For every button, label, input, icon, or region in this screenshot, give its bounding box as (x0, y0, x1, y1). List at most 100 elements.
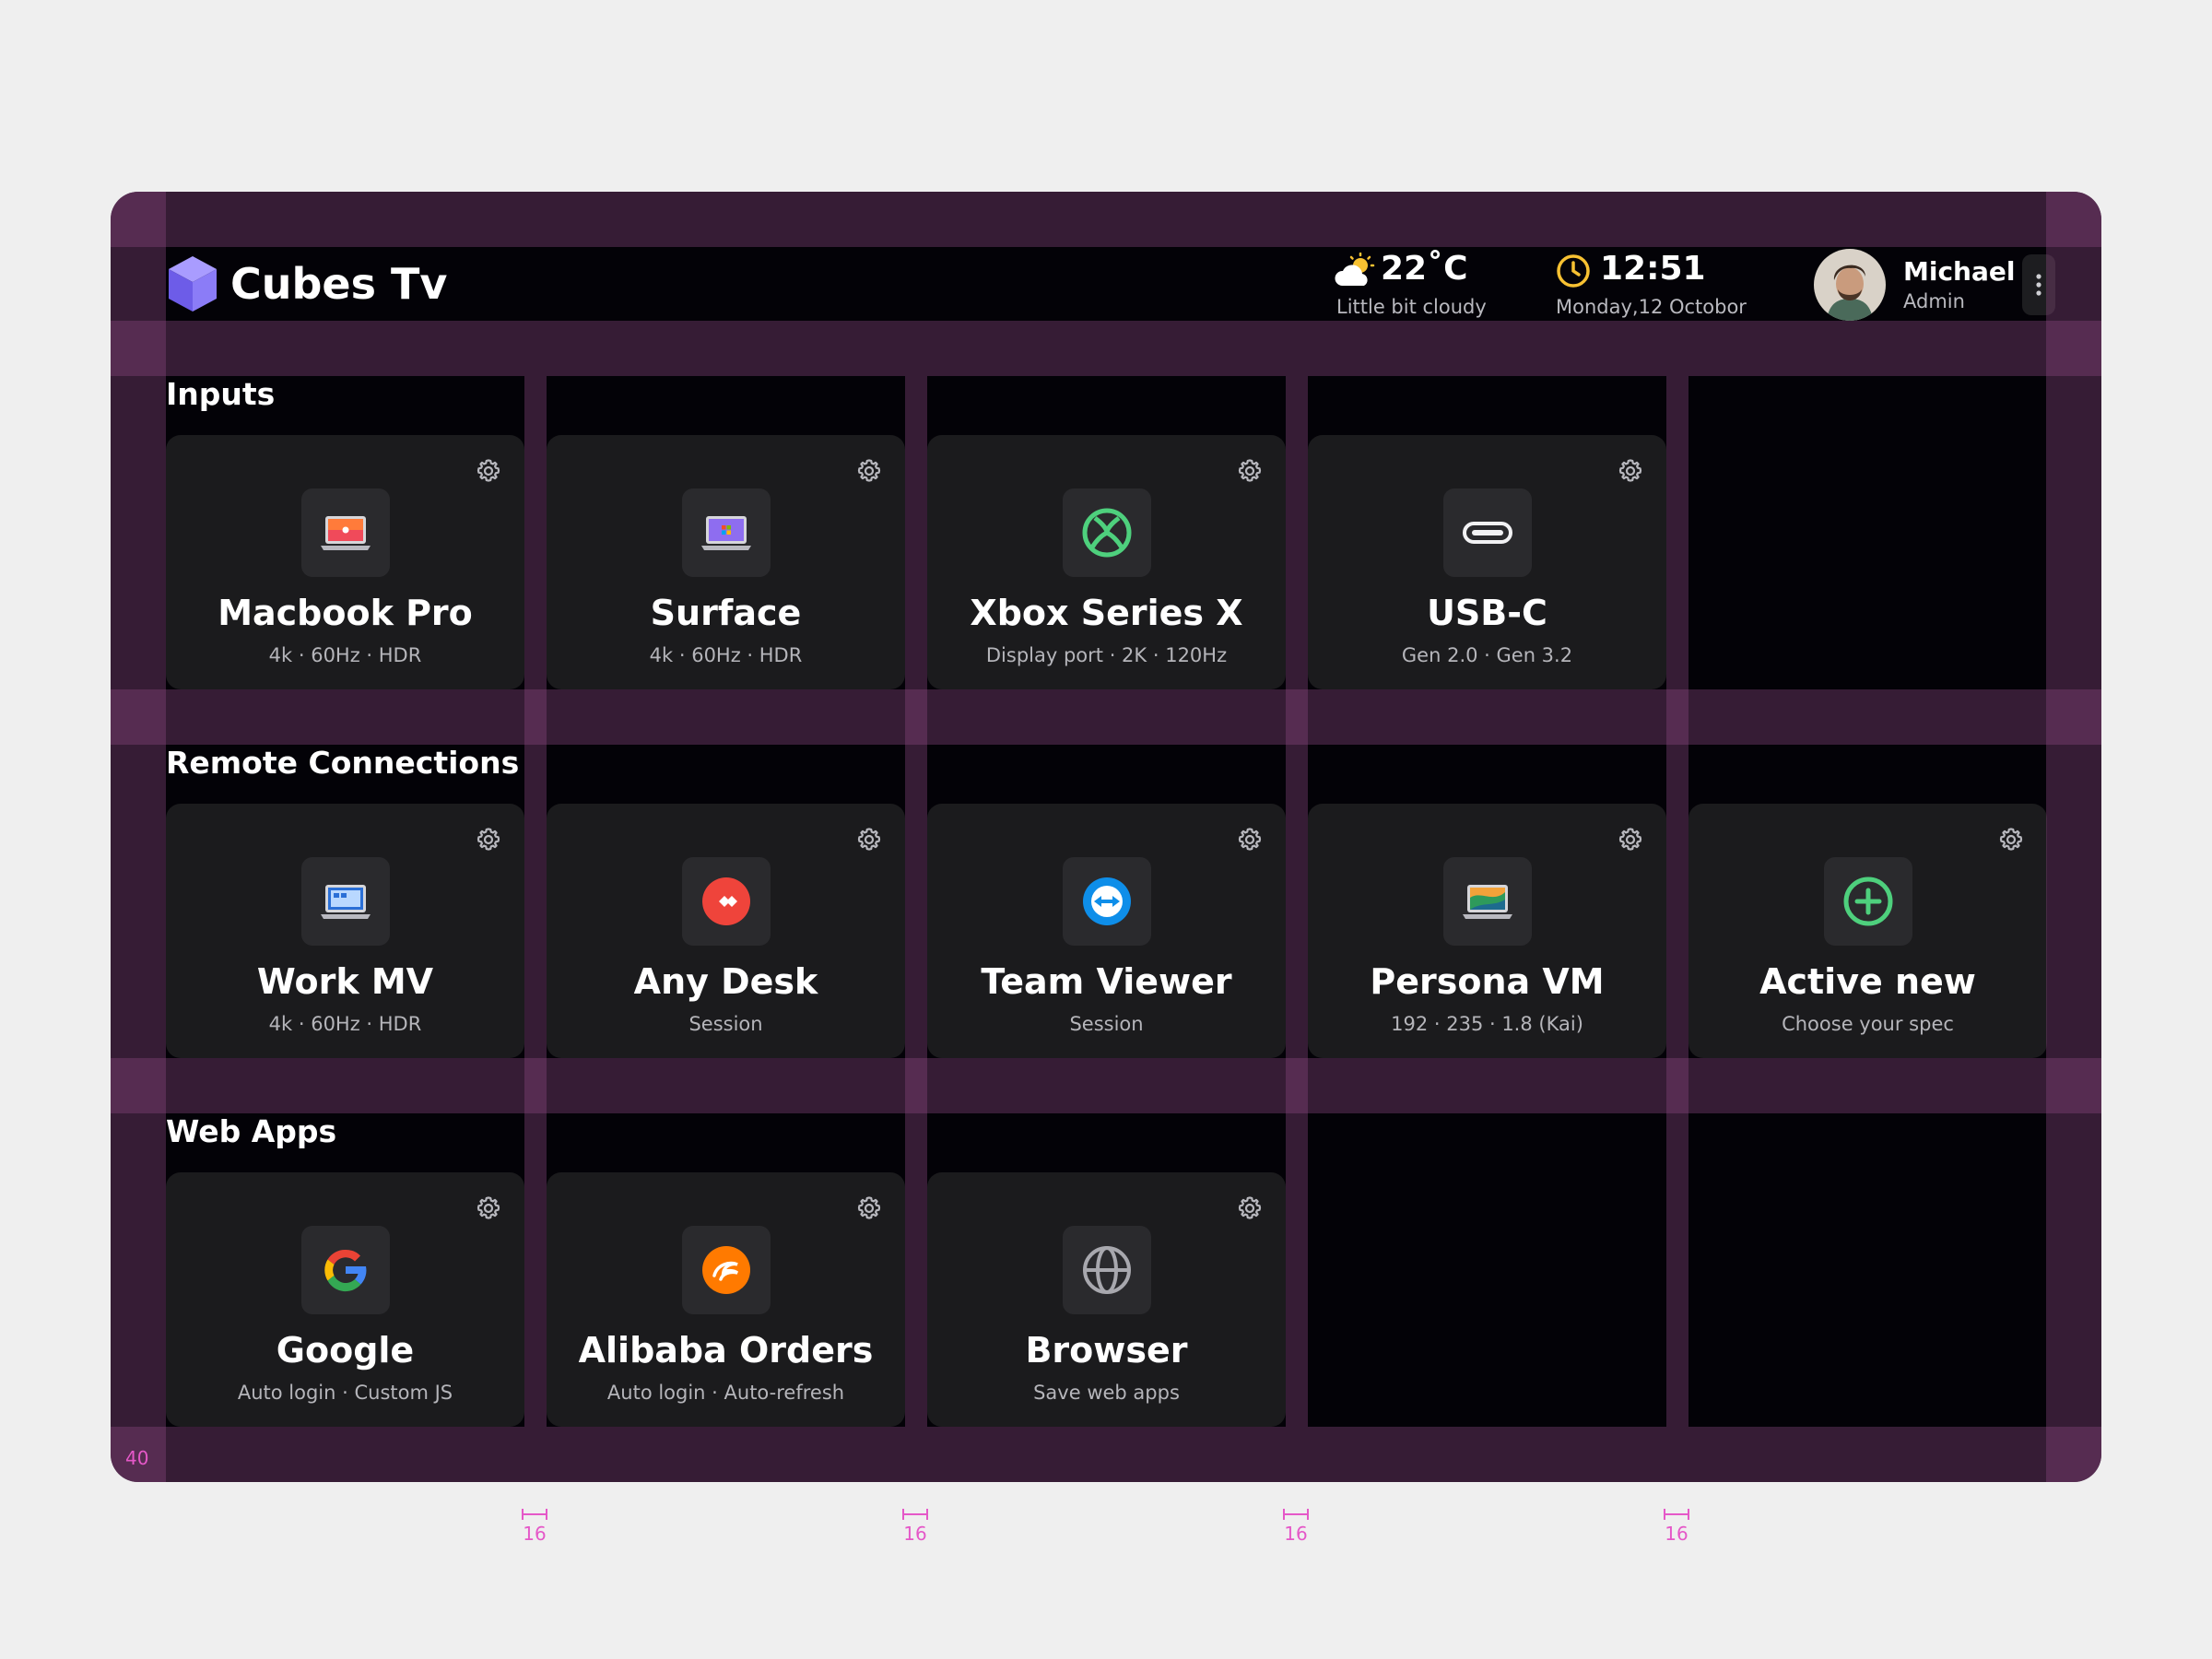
gutter-size-value: 16 (1665, 1523, 1688, 1545)
section-title-remote-connections: Remote Connections (166, 745, 520, 781)
card-title: Team Viewer (981, 961, 1232, 1002)
more-vertical-icon (2036, 274, 2041, 296)
settings-gear-icon[interactable] (855, 826, 883, 853)
card-title: Active new (1759, 961, 1976, 1002)
icon-tile (682, 857, 771, 946)
remote-card-active-new[interactable]: Active new Choose your spec (1688, 804, 2047, 1058)
gutter-size-label: 16 (897, 1508, 934, 1545)
card-subtitle: Display port · 2K · 120Hz (985, 644, 1228, 666)
settings-gear-icon[interactable] (475, 1194, 502, 1222)
card-title: Xbox Series X (970, 593, 1243, 633)
card-subtitle: 4k · 60Hz · HDR (649, 644, 803, 666)
card-subtitle: Gen 2.0 · Gen 3.2 (1401, 644, 1573, 666)
avatar[interactable] (1814, 249, 1886, 321)
anydesk-icon (702, 877, 750, 925)
gutter-guide (1286, 376, 1308, 1427)
margin-guide-top (111, 192, 2101, 247)
temperature: 22˚C (1381, 250, 1468, 288)
icon-tile (682, 1226, 771, 1314)
icon-tile (1824, 857, 1912, 946)
gutter-size-label: 16 (1658, 1508, 1695, 1545)
card-subtitle: Session (1069, 1013, 1144, 1035)
gutter-guide (524, 376, 547, 1427)
gutter-guide (1666, 376, 1688, 1427)
settings-gear-icon[interactable] (855, 1194, 883, 1222)
card-subtitle: 4k · 60Hz · HDR (268, 644, 422, 666)
usb-c-icon (1463, 522, 1512, 544)
alibaba-icon (702, 1246, 750, 1294)
icon-tile (1063, 857, 1151, 946)
settings-gear-icon[interactable] (1617, 826, 1644, 853)
card-subtitle: 192 · 235 · 1.8 (Kai) (1391, 1013, 1583, 1035)
icon-tile (1063, 1226, 1151, 1314)
section-title-web-apps: Web Apps (166, 1113, 337, 1149)
globe-icon (1083, 1246, 1131, 1294)
card-title: Work MV (256, 961, 434, 1002)
card-subtitle: Choose your spec (1782, 1013, 1954, 1035)
user-role: Admin (1903, 290, 1965, 312)
icon-tile (301, 488, 390, 577)
surface-laptop-icon (701, 516, 751, 550)
spacing-guide (111, 321, 2101, 376)
measure-icon (1283, 1509, 1309, 1520)
add-circle-icon (1843, 877, 1893, 926)
icon-tile (301, 1226, 390, 1314)
clock-icon (1557, 254, 1590, 288)
macbook-icon (321, 516, 371, 550)
measure-icon (902, 1509, 928, 1520)
gutter-size-value: 16 (1284, 1523, 1308, 1545)
teamviewer-icon (1083, 877, 1131, 925)
settings-gear-icon[interactable] (855, 457, 883, 485)
input-card-xbox-series-x[interactable]: Xbox Series X Display port · 2K · 120Hz (927, 435, 1286, 689)
card-subtitle: Auto login · Auto-refresh (606, 1382, 845, 1404)
user-name: Michael (1903, 256, 2016, 287)
measure-icon (1664, 1509, 1689, 1520)
gutter-size-value: 16 (523, 1523, 547, 1545)
settings-gear-icon[interactable] (475, 457, 502, 485)
spacing-guide (111, 1058, 2101, 1113)
icon-tile (1443, 857, 1532, 946)
settings-gear-icon[interactable] (1236, 1194, 1264, 1222)
tv-dashboard: Cubes Tv 22˚C Little bit cloudy 12:51 Mo… (111, 192, 2101, 1482)
gutter-size-label: 16 (1277, 1508, 1314, 1545)
icon-tile (1443, 488, 1532, 577)
remote-card-persona-vm[interactable]: Persona VM 192 · 235 · 1.8 (Kai) (1308, 804, 1666, 1058)
section-title-inputs: Inputs (166, 376, 276, 412)
remote-card-work-mv[interactable]: Work MV 4k · 60Hz · HDR (166, 804, 524, 1058)
webapp-card-browser[interactable]: Browser Save web apps (927, 1172, 1286, 1427)
remote-card-any-desk[interactable]: Any Desk Session (547, 804, 905, 1058)
card-subtitle: Session (688, 1013, 763, 1035)
settings-gear-icon[interactable] (475, 826, 502, 853)
current-date: Monday,12 Octobor (1556, 296, 1747, 318)
windows-laptop-icon (321, 885, 371, 919)
margin-guide-left (111, 192, 166, 1482)
settings-gear-icon[interactable] (1236, 826, 1264, 853)
input-card-usb-c[interactable]: USB-C Gen 2.0 · Gen 3.2 (1308, 435, 1666, 689)
gutter-size-label: 16 (516, 1508, 553, 1545)
more-options-button[interactable] (2022, 254, 2055, 315)
card-title: Any Desk (633, 961, 818, 1002)
spacing-guide (111, 689, 2101, 745)
webapp-card-google[interactable]: Google Auto login · Custom JS (166, 1172, 524, 1427)
settings-gear-icon[interactable] (1997, 826, 2025, 853)
card-subtitle: Save web apps (1033, 1382, 1180, 1404)
mac-laptop-icon (1463, 885, 1512, 919)
settings-gear-icon[interactable] (1617, 457, 1644, 485)
gutter-size-value: 16 (903, 1523, 927, 1545)
weather-description: Little bit cloudy (1336, 296, 1487, 318)
remote-card-team-viewer[interactable]: Team Viewer Session (927, 804, 1286, 1058)
icon-tile (301, 857, 390, 946)
margin-guide-right (2046, 192, 2101, 1482)
app-title: Cubes Tv (230, 259, 448, 309)
input-card-surface[interactable]: Surface 4k · 60Hz · HDR (547, 435, 905, 689)
current-time: 12:51 (1600, 250, 1706, 288)
google-icon (324, 1249, 367, 1292)
webapp-card-alibaba-orders[interactable]: Alibaba Orders Auto login · Auto-refresh (547, 1172, 905, 1427)
card-title: Browser (1025, 1330, 1188, 1371)
icon-tile (1063, 488, 1151, 577)
gutter-guide (905, 376, 927, 1427)
measure-icon (522, 1509, 547, 1520)
settings-gear-icon[interactable] (1236, 457, 1264, 485)
card-subtitle: Auto login · Custom JS (237, 1382, 453, 1404)
input-card-macbook-pro[interactable]: Macbook Pro 4k · 60Hz · HDR (166, 435, 524, 689)
